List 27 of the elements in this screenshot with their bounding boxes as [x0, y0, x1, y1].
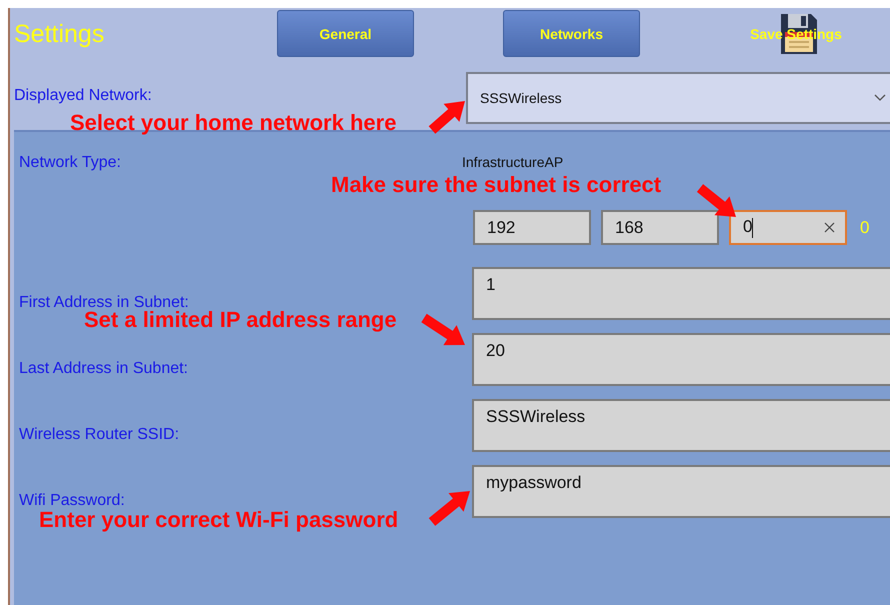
network-type-value: InfrastructureAP — [462, 154, 564, 170]
annotation-arrow — [428, 491, 470, 526]
annotation-arrow — [421, 314, 465, 346]
annotation-text: Enter your correct Wi-Fi password — [39, 507, 398, 533]
network-dropdown[interactable]: SSSWireless — [466, 72, 890, 124]
subnet-input[interactable]: 0 — [729, 210, 847, 245]
annotation-text: Make sure the subnet is correct — [331, 172, 662, 198]
subnet-reading: 0 — [860, 218, 870, 238]
subnet-input[interactable]: 168 — [601, 210, 719, 245]
annotation-text: Select your home network here — [70, 110, 396, 136]
input-field[interactable]: 1 — [472, 267, 890, 320]
input-field[interactable]: SSSWireless — [472, 399, 890, 452]
input-field[interactable]: mypassword — [472, 465, 890, 518]
subnet-input[interactable]: 192 — [473, 210, 591, 245]
tab-button[interactable]: Networks — [503, 10, 640, 57]
chevron-down-icon — [874, 94, 886, 102]
page-title: Settings — [13, 19, 106, 49]
annotation-arrow — [696, 184, 736, 217]
field-label: Network Type: — [19, 154, 121, 171]
input-field[interactable]: 20 — [472, 333, 890, 386]
clear-icon[interactable] — [824, 222, 835, 233]
field-label: Displayed Network: — [14, 87, 152, 104]
field-label: Last Address in Subnet: — [19, 360, 188, 376]
field-label: Wireless Router SSID: — [19, 426, 180, 442]
field-label: Wifi Password: — [19, 492, 125, 508]
tab-button[interactable]: General — [277, 10, 414, 57]
annotation-arrow — [428, 101, 465, 134]
